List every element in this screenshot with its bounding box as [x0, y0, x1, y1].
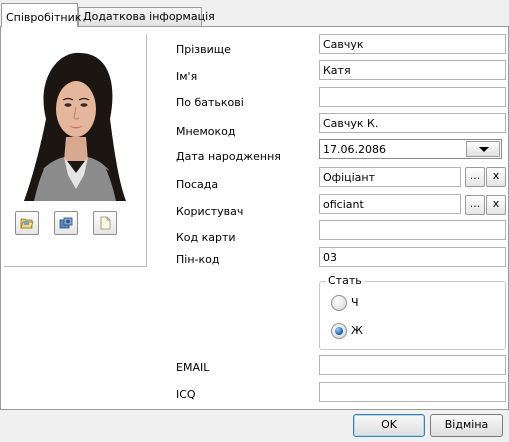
card-code-field[interactable]	[319, 220, 506, 240]
name-label: Ім'я	[176, 70, 198, 83]
birth-date-picker[interactable]: 17.06.2086	[319, 139, 502, 159]
chevron-down-icon[interactable]	[466, 141, 500, 157]
employee-photo	[18, 49, 131, 201]
position-clear-button[interactable]: x	[486, 167, 506, 187]
sex-group-title: Стать	[326, 274, 364, 287]
email-label: EMAIL	[176, 361, 210, 374]
tab-additional-info[interactable]: Додаткова інформація	[78, 7, 215, 26]
icq-field[interactable]	[319, 382, 506, 402]
sex-male-radio[interactable]	[331, 295, 347, 311]
mnemocode-label: Мнемокод	[176, 125, 236, 138]
sex-female-radio[interactable]	[331, 323, 347, 339]
radio-selected-dot	[335, 327, 343, 335]
tab-employee[interactable]: Співробітник	[1, 3, 81, 27]
patronymic-field[interactable]	[319, 87, 506, 107]
sex-female-label: Ж	[351, 324, 363, 337]
user-field[interactable]: oficiant	[319, 194, 461, 214]
sex-male-label: Ч	[351, 296, 359, 309]
email-field[interactable]	[319, 355, 506, 375]
tab-bar: Співробітник Додаткова інформація	[0, 0, 509, 27]
cancel-button[interactable]: Відміна	[430, 414, 503, 437]
birth-date-label: Дата народження	[176, 150, 281, 163]
pin-field[interactable]: 03	[319, 247, 506, 267]
name-field[interactable]: Катя	[319, 60, 506, 80]
user-label: Користувач	[176, 205, 244, 218]
position-field[interactable]: Офіціант	[319, 167, 461, 187]
photo-area	[4, 34, 147, 267]
patronymic-label: По батькові	[176, 96, 244, 109]
birth-date-value: 17.06.2086	[323, 143, 386, 156]
user-clear-button[interactable]: x	[486, 195, 506, 215]
position-browse-button[interactable]: ...	[465, 167, 485, 187]
icq-label: ICQ	[176, 388, 196, 401]
sex-group: Стать Ч Ж	[319, 274, 506, 350]
load-photo-button[interactable]	[15, 211, 39, 235]
mnemocode-field[interactable]: Савчук К.	[319, 113, 506, 133]
employee-panel	[0, 26, 509, 410]
capture-photo-button[interactable]	[54, 211, 78, 235]
card-code-label: Код карти	[176, 231, 236, 244]
clear-photo-button[interactable]	[93, 211, 117, 235]
pin-label: Пін-код	[176, 253, 220, 266]
ok-button[interactable]: OK	[353, 414, 425, 437]
position-label: Посада	[176, 178, 219, 191]
surname-label: Прізвище	[176, 43, 231, 56]
surname-field[interactable]: Савчук	[319, 34, 506, 54]
user-browse-button[interactable]: ...	[465, 195, 485, 215]
